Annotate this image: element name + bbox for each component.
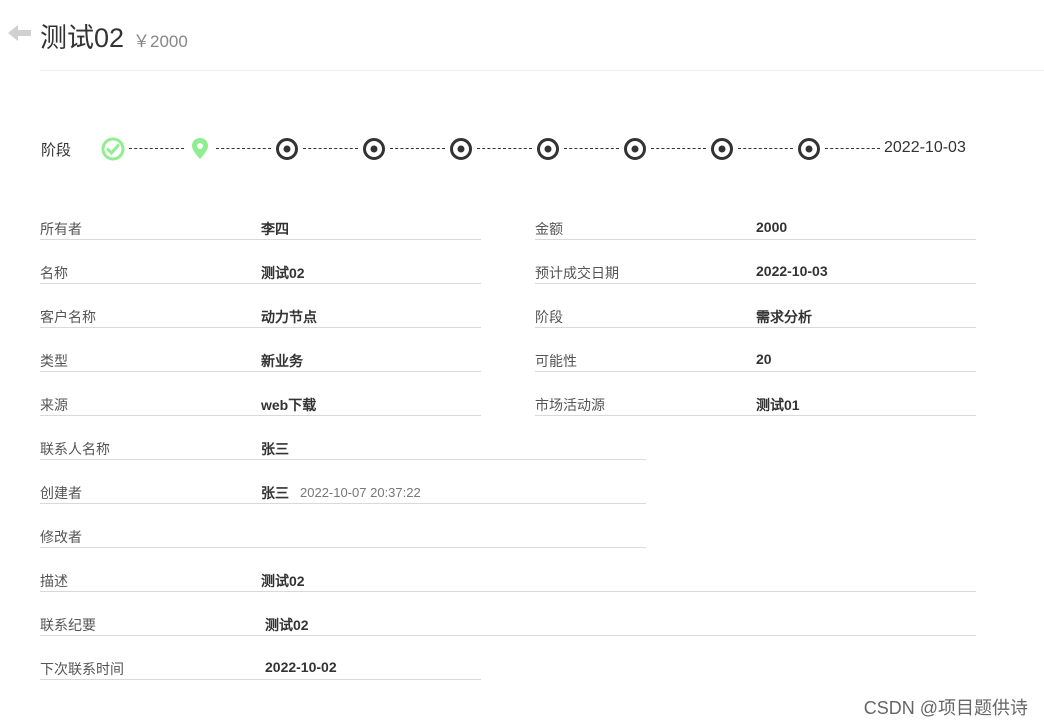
stage-connector	[216, 148, 271, 149]
field-value: 测试02	[261, 265, 305, 281]
field-value: web下载	[261, 397, 317, 413]
field-label: 阶段	[535, 309, 563, 325]
detail-row-owner: 所有者 李四	[40, 217, 481, 240]
field-label: 预计成交日期	[535, 265, 619, 281]
stage-completed-icon[interactable]	[100, 136, 126, 162]
field-label: 市场活动源	[535, 397, 605, 413]
field-label: 可能性	[535, 353, 577, 369]
field-label: 所有者	[40, 221, 82, 237]
field-value: 2000	[756, 219, 788, 235]
field-value: 新业务	[261, 353, 303, 369]
field-label: 联系纪要	[40, 617, 96, 633]
header-divider	[40, 70, 1044, 71]
detail-row-edit-by: 修改者	[40, 525, 646, 548]
price-label: ￥2000	[133, 32, 188, 51]
detail-row-type: 类型 新业务	[40, 349, 481, 372]
stage-pending-icon[interactable]	[709, 136, 735, 162]
field-label: 下次联系时间	[40, 661, 124, 677]
detail-row-stage: 阶段 需求分析	[535, 305, 976, 328]
back-arrow-icon[interactable]	[8, 24, 32, 42]
field-value: 测试02	[265, 617, 309, 633]
stage-pending-icon[interactable]	[361, 136, 387, 162]
field-value: 张三	[261, 441, 289, 457]
field-value: 20	[756, 351, 772, 367]
field-value: 测试01	[756, 397, 800, 413]
create-time: 2022-10-07 20:37:22	[300, 485, 421, 500]
stage-pending-icon[interactable]	[274, 136, 300, 162]
detail-row-expected-date: 预计成交日期 2022-10-03	[535, 261, 976, 284]
watermark: CSDN @项目题供诗	[863, 698, 1028, 718]
detail-row-description: 描述 测试02	[40, 569, 976, 592]
field-label: 类型	[40, 353, 68, 369]
stage-pending-icon[interactable]	[535, 136, 561, 162]
stage-current-icon[interactable]	[187, 136, 213, 162]
field-value: 测试02	[261, 573, 305, 589]
stage-pending-icon[interactable]	[622, 136, 648, 162]
field-label: 描述	[40, 573, 68, 589]
field-value: 2022-10-03	[756, 263, 828, 279]
page-header: 测试02 ￥2000	[0, 0, 1044, 72]
field-label: 名称	[40, 265, 68, 281]
stage-connector	[651, 148, 706, 149]
detail-row-contact-summary: 联系纪要 测试02	[40, 613, 976, 636]
field-label: 金额	[535, 221, 563, 237]
detail-row-name: 名称 测试02	[40, 261, 481, 284]
field-value: 需求分析	[756, 309, 812, 325]
detail-row-contact: 联系人名称 张三	[40, 437, 646, 460]
detail-row-customer: 客户名称 动力节点	[40, 305, 481, 328]
field-label: 创建者	[40, 485, 82, 501]
detail-row-possibility: 可能性 20	[535, 349, 976, 372]
field-value: 张三	[261, 485, 289, 501]
stage-label: 阶段	[41, 142, 72, 159]
field-label: 联系人名称	[40, 441, 110, 457]
stage-connector	[564, 148, 619, 149]
detail-row-activity-source: 市场活动源 测试01	[535, 393, 976, 416]
stage-pending-icon[interactable]	[448, 136, 474, 162]
detail-row-next-contact-time: 下次联系时间 2022-10-02	[40, 657, 481, 680]
field-value: 李四	[261, 221, 289, 237]
detail-row-create-by: 创建者 张三 2022-10-07 20:37:22	[40, 481, 646, 504]
stage-connector	[477, 148, 532, 149]
field-value: 动力节点	[261, 309, 317, 325]
detail-row-amount: 金额 2000	[535, 217, 976, 240]
field-label: 修改者	[40, 529, 82, 545]
field-label: 客户名称	[40, 309, 96, 325]
detail-row-source: 来源 web下载	[40, 393, 481, 416]
stage-connector	[303, 148, 358, 149]
field-label: 来源	[40, 397, 68, 413]
stage-connector	[390, 148, 445, 149]
field-value: 2022-10-02	[265, 659, 337, 675]
stage-connector	[129, 148, 184, 149]
stage-date: 2022-10-03	[884, 139, 966, 156]
page-title: 测试02	[40, 23, 125, 53]
stage-connector	[738, 148, 793, 149]
stage-connector	[825, 148, 880, 149]
stage-pending-icon[interactable]	[796, 136, 822, 162]
